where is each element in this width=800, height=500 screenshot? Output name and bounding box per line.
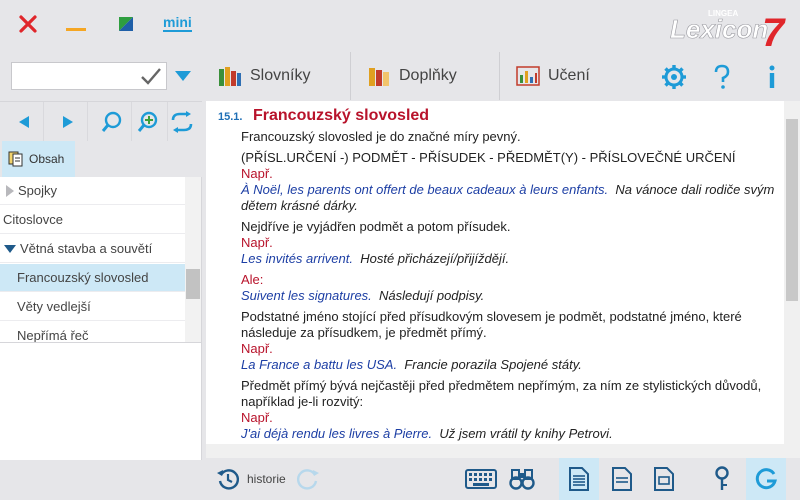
example-label: Např. bbox=[241, 166, 273, 181]
tree-scrollbar[interactable] bbox=[185, 177, 201, 342]
contents-tree: Spojky Citoslovce Větná stavba a souvětí… bbox=[0, 177, 202, 342]
bottom-toolbar: historie bbox=[202, 458, 800, 500]
search-area bbox=[0, 52, 202, 100]
contents-book-icon bbox=[8, 151, 23, 167]
redo-icon[interactable] bbox=[294, 465, 322, 493]
tree-item-vety-vedlejsi[interactable]: Věty vedlejší bbox=[0, 293, 185, 321]
tab-dictionaries-label: Slovníky bbox=[250, 67, 311, 84]
sync-icon[interactable] bbox=[162, 102, 202, 142]
logo-number: 7 bbox=[762, 11, 786, 48]
french-example: J'ai déjà rendu les livres à Pierre. bbox=[241, 426, 433, 441]
example-label: Např. bbox=[241, 410, 273, 425]
tree-item-vetna-stavba[interactable]: Větná stavba a souvětí bbox=[0, 235, 185, 263]
pin-icon[interactable] bbox=[708, 465, 736, 493]
tree-item-label: Věty vedlejší bbox=[17, 299, 91, 314]
czech-translation: Následují podpisy. bbox=[379, 288, 485, 303]
tree-item-label: Větná stavba a souvětí bbox=[20, 241, 153, 256]
french-example: Suivent les signatures. bbox=[241, 288, 372, 303]
tree-item-neprima-rec[interactable]: Nepřímá řeč bbox=[0, 322, 185, 342]
dictionaries-icon bbox=[219, 67, 241, 86]
tab-dictionaries[interactable]: Slovníky bbox=[202, 52, 350, 100]
czech-translation: Francie porazila Spojené státy. bbox=[404, 357, 582, 372]
g-letter-icon[interactable] bbox=[752, 465, 780, 493]
example-label: Např. bbox=[241, 341, 273, 356]
tree-item-spojky[interactable]: Spojky bbox=[0, 177, 185, 205]
content-scrollbar-thumb[interactable] bbox=[786, 119, 798, 301]
tree-item-label: Nepřímá řeč bbox=[17, 328, 89, 342]
navigation-toolbar bbox=[0, 101, 202, 142]
czech-translation: Hosté přicházejí/přijíždějí. bbox=[360, 251, 510, 266]
tab-learning[interactable]: Učení bbox=[500, 52, 648, 100]
tree-scrollbar-thumb[interactable] bbox=[186, 269, 200, 299]
tab-addons[interactable]: Doplňky bbox=[351, 52, 499, 100]
document-compact-icon[interactable] bbox=[650, 465, 678, 493]
tab-contents-label: Obsah bbox=[29, 152, 65, 166]
main-toolbar: Slovníky Doplňky Učení bbox=[202, 52, 800, 100]
paragraph: Francouzský slovosled je do značné míry … bbox=[241, 129, 521, 144]
history-label[interactable]: historie bbox=[247, 472, 286, 486]
sidebar-tabs: Obsah bbox=[0, 141, 202, 177]
forward-arrow-icon[interactable] bbox=[48, 102, 88, 142]
info-icon[interactable] bbox=[758, 63, 786, 91]
history-icon[interactable] bbox=[214, 465, 242, 493]
minimize-icon[interactable] bbox=[62, 10, 90, 38]
chevron-down-icon[interactable] bbox=[174, 70, 192, 82]
paragraph: (PŘÍSL.URČENÍ -) PODMĚT - PŘÍSUDEK - PŘE… bbox=[241, 150, 736, 165]
sidebar-empty-panel bbox=[0, 342, 202, 460]
czech-translation: Už jsem vrátil ty knihy Petrovi. bbox=[439, 426, 613, 441]
tree-item-label: Citoslovce bbox=[3, 212, 63, 227]
section-number: 15.1. bbox=[218, 111, 243, 123]
article-content: 15.1. Francouzský slovosled Francouzský … bbox=[206, 101, 784, 444]
learning-icon bbox=[516, 66, 540, 86]
tree-item-label: Francouzský slovosled bbox=[17, 270, 149, 285]
collapse-arrow-icon[interactable] bbox=[4, 244, 16, 253]
article-body: Francouzský slovosled je do značné míry … bbox=[241, 129, 781, 442]
tree-item-francouzsky-slovosled[interactable]: Francouzský slovosled bbox=[0, 264, 185, 292]
logo-text: Lexicon bbox=[670, 14, 768, 44]
paragraph: Předmět přímý bývá nejčastěji před předm… bbox=[241, 378, 762, 409]
tree-item-citoslovce[interactable]: Citoslovce bbox=[0, 206, 185, 234]
title-bar: mini LINGEA Lexicon 7 bbox=[0, 0, 800, 55]
close-icon[interactable] bbox=[14, 10, 42, 38]
sidebar-footer bbox=[0, 460, 202, 500]
section-title: Francouzský slovosled bbox=[253, 107, 430, 124]
example-label: Ale: bbox=[241, 272, 264, 287]
content-horizontal-scrollbar[interactable] bbox=[206, 444, 800, 458]
tab-learning-label: Učení bbox=[548, 67, 590, 84]
addons-icon bbox=[369, 68, 389, 86]
paragraph: Podstatné jméno stojící před přísudkovým… bbox=[241, 309, 742, 340]
expand-arrow-icon[interactable] bbox=[6, 184, 14, 197]
confirm-check-icon[interactable] bbox=[140, 66, 162, 86]
gear-icon[interactable] bbox=[660, 63, 688, 91]
tab-contents[interactable]: Obsah bbox=[2, 141, 75, 177]
binoculars-icon[interactable] bbox=[508, 465, 536, 493]
search-icon[interactable] bbox=[92, 102, 132, 142]
paragraph: Nejdříve je vyjádřen podmět a potom přís… bbox=[241, 219, 511, 234]
french-example: La France a battu les USA. bbox=[241, 357, 398, 372]
french-example: À Noël, les parents ont offert de beaux … bbox=[241, 182, 609, 197]
help-icon[interactable] bbox=[708, 63, 736, 91]
tree-item-label: Spojky bbox=[18, 183, 58, 198]
tab-addons-label: Doplňky bbox=[399, 67, 457, 84]
keyboard-icon[interactable] bbox=[464, 465, 498, 493]
back-arrow-icon[interactable] bbox=[4, 102, 44, 142]
example-label: Např. bbox=[241, 235, 273, 250]
restore-icon[interactable] bbox=[112, 10, 140, 38]
lexicon-logo: LINGEA Lexicon 7 bbox=[664, 2, 792, 55]
french-example: Les invités arrivent. bbox=[241, 251, 353, 266]
mini-mode-button[interactable]: mini bbox=[163, 14, 192, 32]
document-full-icon[interactable] bbox=[565, 465, 593, 493]
content-vertical-scrollbar[interactable] bbox=[784, 101, 800, 444]
document-medium-icon[interactable] bbox=[608, 465, 636, 493]
